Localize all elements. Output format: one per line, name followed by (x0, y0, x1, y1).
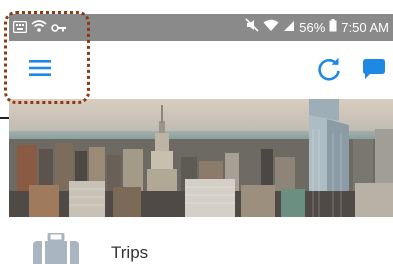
battery-percent: 56% (299, 19, 326, 35)
hamburger-menu-icon (28, 59, 52, 82)
battery-icon (329, 18, 337, 37)
edge-marker (0, 117, 9, 119)
app-window: 56% 7:50 AM Trips (9, 14, 393, 264)
list-item-label: Trips (111, 243, 149, 262)
key-icon (51, 20, 67, 38)
mute-icon (245, 18, 259, 37)
refresh-icon (316, 56, 342, 87)
status-bar-right: 56% 7:50 AM (245, 18, 389, 37)
status-bar-left (12, 19, 67, 38)
clock: 7:50 AM (341, 19, 389, 35)
cell-signal-icon (283, 19, 295, 37)
status-bar: 56% 7:50 AM (9, 14, 393, 41)
list-item-trips[interactable]: Trips (9, 217, 393, 264)
screen: 56% 7:50 AM Trips (0, 0, 393, 264)
suitcase-icon (33, 231, 79, 264)
keyboard-icon (12, 20, 28, 38)
app-toolbar (9, 41, 393, 99)
chat-bubble-icon (362, 57, 386, 86)
wifi-signal-icon (263, 19, 279, 37)
city-skyline-image (9, 99, 393, 217)
chat-button[interactable] (355, 53, 393, 89)
menu-button[interactable] (17, 51, 63, 89)
refresh-button[interactable] (309, 53, 349, 89)
wifi-icon (31, 19, 47, 38)
